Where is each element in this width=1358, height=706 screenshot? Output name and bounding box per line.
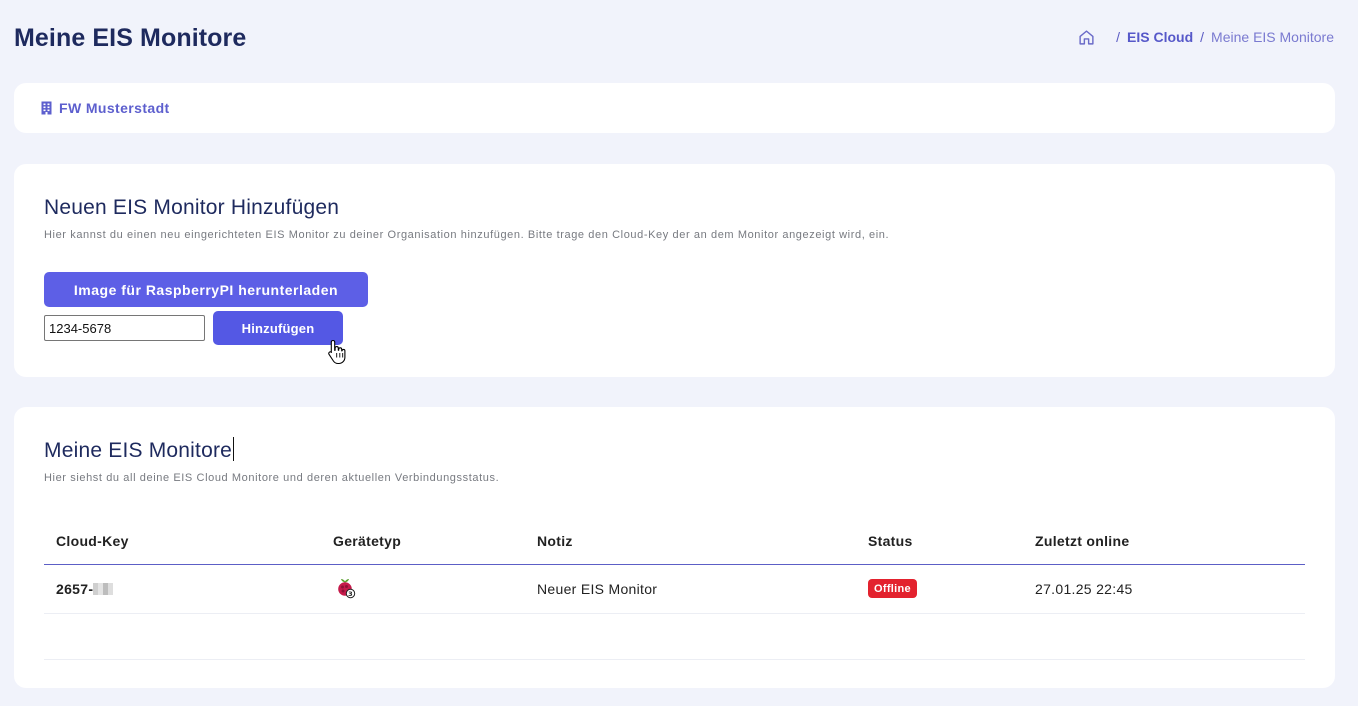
add-monitor-description: Hier kannst du einen neu eingerichteten … xyxy=(44,229,890,241)
monitor-list-description: Hier siehst du all deine EIS Cloud Monit… xyxy=(44,472,500,484)
organization-name[interactable]: FW Musterstadt xyxy=(59,100,170,116)
breadcrumb-link-eis-cloud[interactable]: EIS Cloud xyxy=(1127,29,1193,45)
cloud-key-input[interactable] xyxy=(44,315,205,341)
raspberry-pi-3-icon: 3 xyxy=(333,575,357,599)
download-image-button[interactable]: Image für RaspberryPI herunterladen xyxy=(44,272,368,307)
organization-card: FW Musterstadt xyxy=(14,83,1335,133)
status-cell: Offline xyxy=(856,564,1023,614)
device-type-cell: 3 xyxy=(321,564,525,614)
table-header-row: Cloud-Key Gerätetyp Notiz Status Zuletzt… xyxy=(44,518,1305,565)
redacted-key-part xyxy=(93,582,114,595)
breadcrumb-separator: / xyxy=(1116,29,1121,45)
breadcrumb-separator: / xyxy=(1200,29,1205,45)
column-header-device-type: Gerätetyp xyxy=(321,518,525,565)
monitor-table: Cloud-Key Gerätetyp Notiz Status Zuletzt… xyxy=(44,518,1305,660)
device-version-badge: 3 xyxy=(348,590,353,598)
add-monitor-button[interactable]: Hinzufügen xyxy=(213,311,343,345)
table-row[interactable]: 2657- 3 Neuer EIS Monitor Offline 27.01.… xyxy=(44,564,1305,614)
breadcrumb-current: Meine EIS Monitore xyxy=(1211,29,1334,45)
empty-table-row xyxy=(44,613,1305,660)
column-header-note: Notiz xyxy=(525,518,856,565)
column-header-status: Status xyxy=(856,518,1023,565)
page: Meine EIS Monitore / EIS Cloud / Meine E… xyxy=(0,0,1358,706)
page-header: Meine EIS Monitore / EIS Cloud / Meine E… xyxy=(14,0,1335,78)
note-cell: Neuer EIS Monitor xyxy=(525,564,856,614)
empty-cell xyxy=(44,613,1305,660)
status-badge: Offline xyxy=(868,579,917,599)
monitor-list-card: Meine EIS Monitore Hier siehst du all de… xyxy=(14,407,1335,688)
monitor-list-title-text: Meine EIS Monitore xyxy=(44,439,233,462)
home-icon[interactable] xyxy=(1078,29,1095,46)
add-monitor-card: Neuen EIS Monitor Hinzufügen Hier kannst… xyxy=(14,164,1335,377)
last-online-cell: 27.01.25 22:45 xyxy=(1023,564,1305,614)
monitor-list-title: Meine EIS Monitore xyxy=(44,437,1305,463)
hand-pointer-icon xyxy=(328,339,346,365)
building-icon xyxy=(41,101,52,115)
cloud-key-value: 2657- xyxy=(56,580,94,597)
column-header-cloud-key: Cloud-Key xyxy=(44,518,321,565)
breadcrumb: / EIS Cloud / Meine EIS Monitore xyxy=(1078,29,1334,46)
page-title: Meine EIS Monitore xyxy=(14,23,247,52)
add-monitor-form: Hinzufügen xyxy=(44,311,1305,345)
cloud-key-cell: 2657- xyxy=(44,564,321,614)
text-cursor xyxy=(233,437,235,461)
column-header-last-online: Zuletzt online xyxy=(1023,518,1305,565)
add-monitor-title: Neuen EIS Monitor Hinzufügen xyxy=(44,196,340,219)
